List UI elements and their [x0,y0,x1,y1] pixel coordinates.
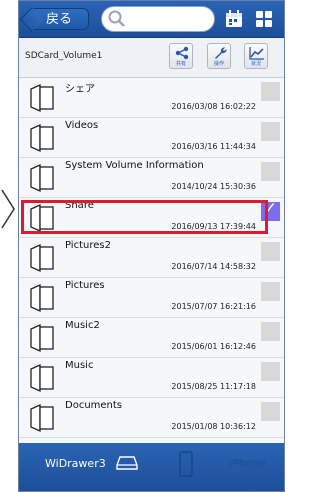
share-button-label: 共有 [175,61,186,67]
bottom-toolbar: WiDrawer3 iPhone [19,443,284,491]
folder-icon [30,124,54,152]
volume-bar: SDCard_Volume1 共有 操作 状況 [19,38,284,78]
operation-button[interactable]: 操作 [207,43,231,69]
search-input[interactable] [101,6,215,32]
status-button[interactable]: 状況 [244,43,268,69]
list-item[interactable]: Share 2016/09/13 17:39:44 [19,198,284,238]
folder-icon [30,284,54,312]
item-name: シェア [65,84,95,95]
grid-view-icon[interactable] [254,9,274,29]
list-item[interactable]: System Volume Information 2014/10/24 15:3… [19,158,284,198]
folder-icon [30,244,54,272]
search-icon [108,10,125,27]
item-date: 2016/07/14 14:58:32 [171,262,256,271]
pointer-arrow-icon [1,189,15,229]
item-name: Music2 [65,320,100,331]
back-button[interactable]: 戻る [29,8,89,30]
item-name: Videos [65,120,99,131]
operation-button-label: 操作 [213,61,224,67]
file-list: シェア 2016/03/08 16:02:22 Videos 2016/03/16 1… [19,78,284,438]
select-checkbox[interactable] [261,242,280,261]
calendar-icon[interactable] [224,9,244,29]
select-checkbox[interactable] [261,402,280,421]
select-checkbox[interactable] [261,362,280,381]
top-toolbar: 戻る [19,1,284,38]
select-checkbox[interactable] [261,122,280,141]
list-item[interactable]: Music 2015/08/25 11:17:18 [19,358,284,398]
phone-icon[interactable] [179,451,193,477]
widrawer-tab-label[interactable]: WiDrawer3 [45,457,106,470]
item-name: Documents [65,400,123,411]
select-checkbox[interactable] [261,322,280,341]
folder-icon [30,324,54,352]
item-date: 2015/06/01 16:12:46 [171,342,256,351]
list-item[interactable]: Pictures2 2016/07/14 14:58:32 [19,238,284,278]
list-item[interactable]: Music2 2015/06/01 16:12:46 [19,318,284,358]
select-checkbox[interactable] [261,282,280,301]
folder-icon [30,404,54,432]
drive-icon[interactable] [116,456,138,470]
folder-icon [30,364,54,392]
list-item[interactable]: Pictures 2015/07/07 16:21:16 [19,278,284,318]
item-date: 2016/03/08 16:02:22 [171,102,256,111]
selection-highlight [21,200,268,234]
item-name: Music [65,360,94,371]
share-icon [175,46,189,60]
status-button-label: 状況 [250,61,261,67]
wrench-icon [215,47,227,59]
item-name: Pictures2 [65,240,111,251]
item-date: 2016/03/16 11:44:34 [171,142,256,151]
folder-icon [30,164,54,192]
select-checkbox[interactable] [261,82,280,101]
item-date: 2014/10/24 15:30:36 [171,182,256,191]
item-date: 2015/07/07 16:21:16 [171,302,256,311]
chart-icon [249,47,264,60]
volume-name: SDCard_Volume1 [25,51,103,61]
list-item[interactable]: シェア 2016/03/08 16:02:22 [19,78,284,118]
list-item[interactable]: Videos 2016/03/16 11:44:34 [19,118,284,158]
iphone-tab-label[interactable]: iPhone [229,457,266,470]
list-item[interactable]: Documents 2015/01/08 10:36:12 [19,398,284,438]
select-checkbox[interactable] [261,162,280,181]
item-name: Pictures [65,280,105,291]
item-date: 2015/01/08 10:36:12 [171,422,256,431]
item-date: 2015/08/25 11:17:18 [171,382,256,391]
back-button-label: 戻る [45,12,72,27]
share-button[interactable]: 共有 [169,43,193,69]
folder-icon [30,84,54,112]
app-screen: 戻る SDCard_Volume1 共有 操作 状況 シェア 2016/03/0… [18,0,285,492]
item-name: System Volume Information [65,160,204,171]
